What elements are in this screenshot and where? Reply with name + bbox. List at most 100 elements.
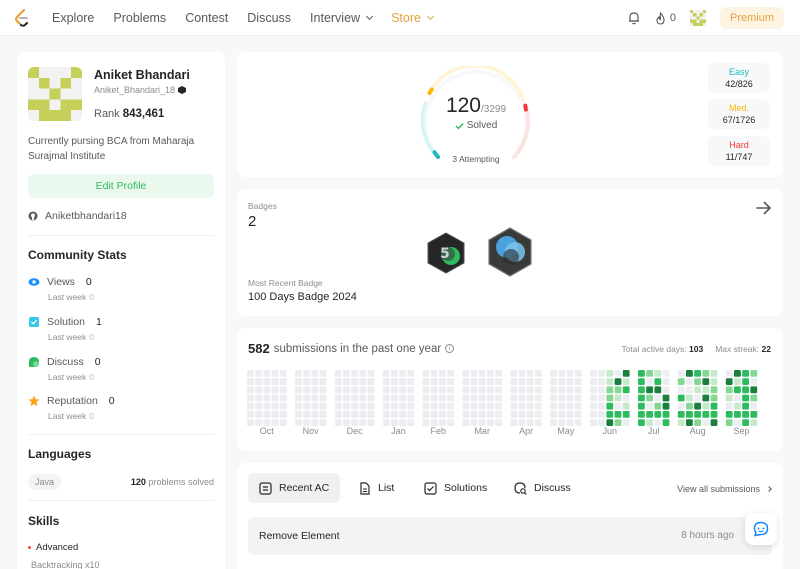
heatmap-cell[interactable] (606, 386, 614, 394)
heatmap-cell[interactable] (654, 402, 662, 410)
heatmap-cell[interactable] (255, 402, 262, 410)
heatmap-cell[interactable] (566, 402, 574, 410)
heatmap-cell[interactable] (422, 386, 430, 394)
heatmap-cell[interactable] (606, 419, 614, 426)
heatmap-cell[interactable] (742, 411, 749, 418)
heatmap-cell[interactable] (303, 386, 310, 394)
heatmap-cell[interactable] (590, 411, 597, 418)
heatmap-cell[interactable] (430, 378, 438, 385)
heatmap-cell[interactable] (247, 386, 254, 394)
heatmap-cell[interactable] (510, 370, 518, 377)
heatmap-cell[interactable] (550, 411, 557, 418)
heatmap-cell[interactable] (598, 386, 605, 394)
premium-button[interactable]: Premium (719, 7, 784, 29)
heatmap-cell[interactable] (590, 378, 597, 385)
heatmap-cell[interactable] (382, 386, 390, 394)
heatmap-cell[interactable] (279, 378, 287, 385)
heatmap-cell[interactable] (598, 394, 605, 402)
heatmap-cell[interactable] (470, 419, 478, 426)
heatmap-cell[interactable] (462, 370, 470, 377)
heatmap-cell[interactable] (447, 386, 454, 394)
heatmap-cell[interactable] (677, 419, 685, 426)
heatmap-cell[interactable] (334, 419, 342, 426)
heatmap-cell[interactable] (606, 411, 614, 418)
heatmap-cell[interactable] (710, 419, 718, 426)
heatmap-cell[interactable] (566, 370, 574, 377)
difficulty-easy[interactable]: Easy 42/826 (708, 63, 770, 93)
heatmap-cell[interactable] (470, 386, 478, 394)
heatmap-cell[interactable] (430, 370, 438, 377)
heatmap-cell[interactable] (574, 419, 582, 426)
heatmap-cell[interactable] (351, 411, 358, 418)
heatmap-cell[interactable] (654, 378, 662, 385)
heatmap-cell[interactable] (526, 378, 534, 385)
heatmap-cell[interactable] (422, 370, 430, 377)
heatmap-cell[interactable] (367, 394, 375, 402)
heatmap-cell[interactable] (710, 370, 718, 377)
heatmap-cell[interactable] (279, 402, 287, 410)
heatmap-cell[interactable] (399, 402, 406, 410)
heatmap-cell[interactable] (295, 402, 302, 410)
heatmap-cell[interactable] (535, 386, 542, 394)
heatmap-cell[interactable] (319, 419, 327, 426)
heatmap-cell[interactable] (334, 402, 342, 410)
heatmap-cell[interactable] (334, 411, 342, 418)
heatmap-cell[interactable] (391, 411, 398, 418)
heatmap-cell[interactable] (399, 411, 406, 418)
heatmap-cell[interactable] (334, 394, 342, 402)
heatmap-cell[interactable] (614, 370, 622, 377)
heatmap-cell[interactable] (382, 394, 390, 402)
skill-item[interactable]: Backtracking x10 (31, 560, 100, 569)
heatmap-cell[interactable] (686, 411, 693, 418)
heatmap-cell[interactable] (311, 394, 319, 402)
heatmap-cell[interactable] (495, 386, 502, 394)
heatmap-cell[interactable] (478, 394, 486, 402)
heatmap-cell[interactable] (430, 402, 438, 410)
heatmap-cell[interactable] (710, 402, 718, 410)
heatmap-cell[interactable] (590, 402, 597, 410)
50-days-badge-icon[interactable]: 5 (426, 232, 466, 274)
heatmap-cell[interactable] (247, 394, 254, 402)
heatmap-cell[interactable] (295, 370, 302, 377)
heatmap-cell[interactable] (367, 402, 375, 410)
heatmap-cell[interactable] (407, 402, 415, 410)
language-tag[interactable]: Java (28, 474, 62, 490)
heatmap-cell[interactable] (319, 411, 327, 418)
heatmap-cell[interactable] (439, 378, 446, 385)
heatmap-cell[interactable] (447, 419, 454, 426)
heatmap-cell[interactable] (382, 370, 390, 377)
heatmap-cell[interactable] (334, 378, 342, 385)
heatmap-cell[interactable] (606, 370, 614, 377)
heatmap-cell[interactable] (399, 370, 406, 377)
heatmap-cell[interactable] (518, 370, 526, 377)
heatmap-cell[interactable] (367, 411, 375, 418)
heatmap-cell[interactable] (518, 386, 526, 394)
heatmap-cell[interactable] (279, 386, 287, 394)
heatmap-cell[interactable] (725, 386, 733, 394)
heatmap-cell[interactable] (590, 394, 597, 402)
heatmap-cell[interactable] (351, 386, 358, 394)
heatmap-cell[interactable] (430, 411, 438, 418)
heatmap-cell[interactable] (566, 419, 574, 426)
heatmap-cell[interactable] (638, 419, 645, 426)
heatmap-cell[interactable] (247, 411, 254, 418)
heatmap-cell[interactable] (590, 370, 597, 377)
heatmap-cell[interactable] (399, 386, 406, 394)
heatmap-cell[interactable] (263, 402, 271, 410)
heatmap-cell[interactable] (662, 386, 670, 394)
heatmap-cell[interactable] (247, 402, 254, 410)
heatmap-cell[interactable] (686, 394, 693, 402)
heatmap-cell[interactable] (439, 411, 446, 418)
heatmap-cell[interactable] (430, 394, 438, 402)
heatmap-cell[interactable] (303, 411, 310, 418)
heatmap-cell[interactable] (447, 411, 454, 418)
heatmap-cell[interactable] (526, 411, 534, 418)
heatmap-cell[interactable] (646, 370, 653, 377)
heatmap-cell[interactable] (399, 378, 406, 385)
heatmap-cell[interactable] (343, 402, 350, 410)
heatmap-cell[interactable] (263, 378, 271, 385)
heatmap-cell[interactable] (694, 411, 701, 418)
heatmap-cell[interactable] (742, 386, 749, 394)
heatmap-cell[interactable] (574, 386, 582, 394)
heatmap-cell[interactable] (550, 419, 557, 426)
